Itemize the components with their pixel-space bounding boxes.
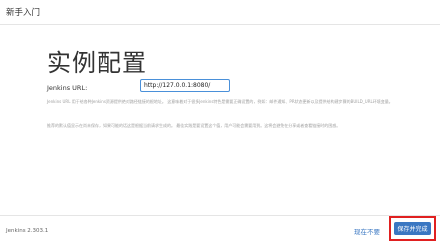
dialog-footer: Jenkins 2.303.1 现在不要 保存并完成 [0, 215, 440, 244]
jenkins-url-input[interactable] [140, 79, 230, 92]
instance-config-panel: 实例配置 Jenkins URL: Jenkins URL 用于给各种Jenki… [0, 25, 440, 215]
save-button-highlight: 保存并完成 [389, 216, 436, 241]
description-paragraph-1: Jenkins URL 用于给各种Jenkins资源提供绝对路径链接的根地址。 … [47, 99, 393, 104]
dialog-header: 新手入门 [0, 0, 440, 25]
page-title: 实例配置 [47, 49, 147, 77]
description-paragraph-2: 推荐的默认值显示在尚未保存，如果可能的话这是根据当前请求生成的。 最佳实践是要设… [47, 123, 341, 128]
header-title: 新手入门 [6, 8, 41, 18]
jenkins-version: Jenkins 2.303.1 [6, 228, 49, 234]
skip-button[interactable]: 现在不要 [354, 226, 380, 236]
jenkins-url-label: Jenkins URL: [47, 84, 88, 92]
save-and-finish-button[interactable]: 保存并完成 [394, 222, 431, 235]
